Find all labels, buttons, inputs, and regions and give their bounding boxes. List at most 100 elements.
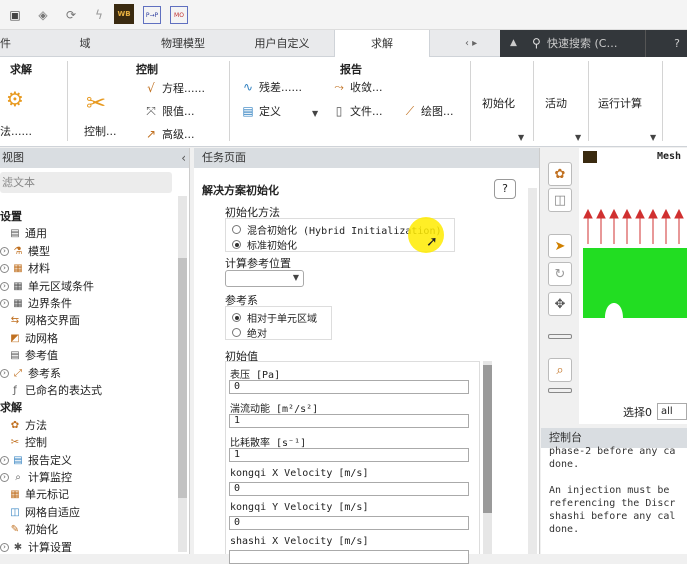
task-page-scrollbar[interactable] — [528, 188, 537, 554]
ansys-logo-icon — [583, 151, 597, 163]
tree-item[interactable]: › ▦ 边界条件 — [0, 295, 72, 312]
help-icon[interactable]: ? — [667, 30, 687, 57]
gear-icon[interactable]: ⚙ — [6, 87, 24, 111]
filter-input[interactable]: 滤文本 — [0, 172, 172, 193]
cube-icon[interactable]: ◈ — [34, 6, 52, 24]
tree-item[interactable]: › ⚗ 模型 — [0, 243, 50, 260]
tree-item[interactable]: › ▦ 材料 — [0, 260, 50, 277]
expand-toggle-icon[interactable]: › — [0, 542, 9, 552]
advanced-icon: ↗ — [145, 127, 157, 141]
search-options-button[interactable] — [645, 30, 667, 57]
tree-item[interactable]: ⇆ 网格交界面 — [9, 312, 80, 329]
pan-icon[interactable]: ✥ — [548, 292, 572, 316]
convergence-button[interactable]: ⤳ 收敛... — [331, 79, 382, 95]
graphics-window[interactable]: Mesh 选择0 all — [579, 148, 687, 424]
field-input[interactable]: 0 — [229, 380, 469, 394]
files-button[interactable]: ▯ 文件... — [331, 103, 383, 119]
rotate-icon[interactable]: ↻ — [548, 262, 572, 286]
definitions-dropdown-icon[interactable]: ▼ — [312, 109, 318, 118]
tree-item[interactable]: › ▦ 单元区域条件 — [0, 278, 94, 295]
tab-user-defined[interactable]: 用户自定义 — [242, 30, 322, 57]
quick-search-input[interactable]: ⚲ 快速搜索 (C… — [527, 30, 645, 57]
compute-from-select[interactable]: ▼ — [225, 270, 304, 287]
methods-button[interactable]: 法...... — [0, 123, 32, 139]
zoom-icon[interactable]: ⌕ — [548, 358, 572, 382]
console-line: An injection must be — [549, 485, 670, 496]
initialization-menu[interactable]: 初始化 — [482, 95, 515, 111]
inlet-arrow-head — [635, 208, 645, 219]
general-icon: ▤ — [10, 228, 20, 240]
view-cube-icon[interactable]: ◫ — [548, 188, 572, 212]
collapse-panel-icon[interactable]: ‹ — [181, 148, 186, 168]
expand-toggle-icon[interactable]: › — [0, 473, 9, 482]
absolute-radio[interactable]: 绝对 — [232, 325, 267, 340]
activities-dropdown-icon[interactable]: ▼ — [575, 133, 581, 142]
run-calculation-dropdown-icon[interactable]: ▼ — [650, 133, 656, 142]
tools-icon[interactable]: ✂ — [86, 89, 106, 117]
file-icon[interactable]: ▣ — [6, 6, 24, 24]
tree-item[interactable]: ✎ 初始化 — [9, 521, 58, 538]
tab-domain[interactable]: 域 — [60, 30, 110, 57]
tree-item[interactable]: ◩ 动网格 — [9, 330, 58, 347]
tree-scrollbar-thumb[interactable] — [178, 258, 187, 498]
collapse-ribbon-button[interactable]: ▲ — [500, 30, 527, 57]
tree-item[interactable]: 求解 — [0, 399, 22, 416]
tree-scrollbar[interactable] — [178, 196, 187, 552]
expand-toggle-icon[interactable]: › — [0, 455, 9, 465]
relative-cell-zone-radio[interactable]: 相对于单元区域 — [232, 310, 317, 325]
tree-item[interactable]: ▤ 参考值 — [9, 347, 58, 364]
expand-toggle-icon[interactable]: › — [0, 281, 9, 291]
field-input[interactable]: 0 — [229, 482, 469, 496]
residuals-button[interactable]: ∿ 残差...... — [240, 79, 302, 95]
tree-item[interactable]: › ⌕ 计算监控 — [0, 469, 72, 486]
tab-physics[interactable]: 物理模型 — [148, 30, 218, 57]
tree-item[interactable]: ✿ 方法 — [9, 417, 47, 434]
expand-toggle-icon[interactable]: › — [0, 246, 9, 256]
field-input[interactable] — [229, 550, 469, 564]
initial-values-scrollbar-thumb[interactable] — [483, 365, 492, 513]
tree-item[interactable]: › ▤ 报告定义 — [0, 452, 72, 469]
select-dropdown[interactable]: all — [657, 403, 687, 420]
workbench-icon[interactable]: WB — [114, 4, 134, 24]
limits-button[interactable]: ⤧ 限值... — [143, 103, 194, 119]
mosaic-icon[interactable]: MO — [170, 6, 188, 24]
standard-init-radio[interactable]: 标准初始化 — [232, 237, 297, 252]
field-input[interactable]: 0 — [229, 516, 469, 530]
refresh-icon[interactable]: ⟳ — [62, 6, 80, 24]
select-pointer-icon[interactable]: ➤ — [548, 234, 572, 258]
tab-solution[interactable]: 求解 — [334, 30, 430, 58]
field-input[interactable]: 1 — [229, 448, 469, 462]
activities-label: 活动 — [545, 97, 567, 110]
methods-icon: ✿ — [10, 419, 20, 431]
graphics-header: Mesh — [579, 148, 687, 168]
tree-item[interactable]: 设置 — [0, 208, 22, 225]
tab-scroll-arrows[interactable]: ‹ ▸ — [465, 30, 477, 57]
initialization-dropdown-icon[interactable]: ▼ — [518, 133, 524, 142]
expand-toggle-icon[interactable]: › — [0, 368, 9, 378]
inlet-arrow-head — [648, 208, 658, 219]
run-calculation-menu[interactable]: 运行计算 — [598, 95, 642, 111]
tree-item[interactable]: ✂ 控制 — [9, 434, 47, 451]
activities-menu[interactable]: 活动 — [545, 95, 567, 111]
expand-toggle-icon[interactable]: › — [0, 264, 9, 274]
inlet-arrow-head — [596, 208, 606, 219]
lightning-icon[interactable]: ϟ — [90, 6, 108, 24]
tree-item[interactable]: › ⤢ 参考系 — [0, 365, 61, 382]
tab-file[interactable]: 件 — [0, 30, 30, 57]
tree-item[interactable]: ▦ 单元标记 — [9, 486, 69, 503]
equations-button[interactable]: √ 方程...... — [143, 80, 205, 96]
plots-button[interactable]: ⟋ 绘图... — [402, 103, 454, 119]
advanced-button[interactable]: ↗ 高级... — [143, 126, 195, 142]
tree-item[interactable]: ▤ 通用 — [9, 225, 47, 242]
tree-item[interactable]: ƒ 已命名的表达式 — [9, 382, 102, 399]
definitions-button[interactable]: ▤ 定义 — [240, 103, 281, 119]
initial-values-scrollbar[interactable] — [483, 361, 492, 554]
tree-item[interactable]: ◫ 网格自适应 — [9, 504, 80, 521]
controls-button[interactable]: 控制... — [84, 123, 117, 139]
view-settings-icon[interactable]: ✿ — [548, 162, 572, 186]
expand-toggle-icon[interactable]: › — [0, 299, 9, 308]
tree-item[interactable]: › ✱ 计算设置 — [0, 539, 72, 556]
field-input[interactable]: 1 — [229, 414, 469, 428]
parametric-icon[interactable]: P→P — [143, 6, 161, 24]
help-button[interactable]: ? — [494, 179, 516, 199]
